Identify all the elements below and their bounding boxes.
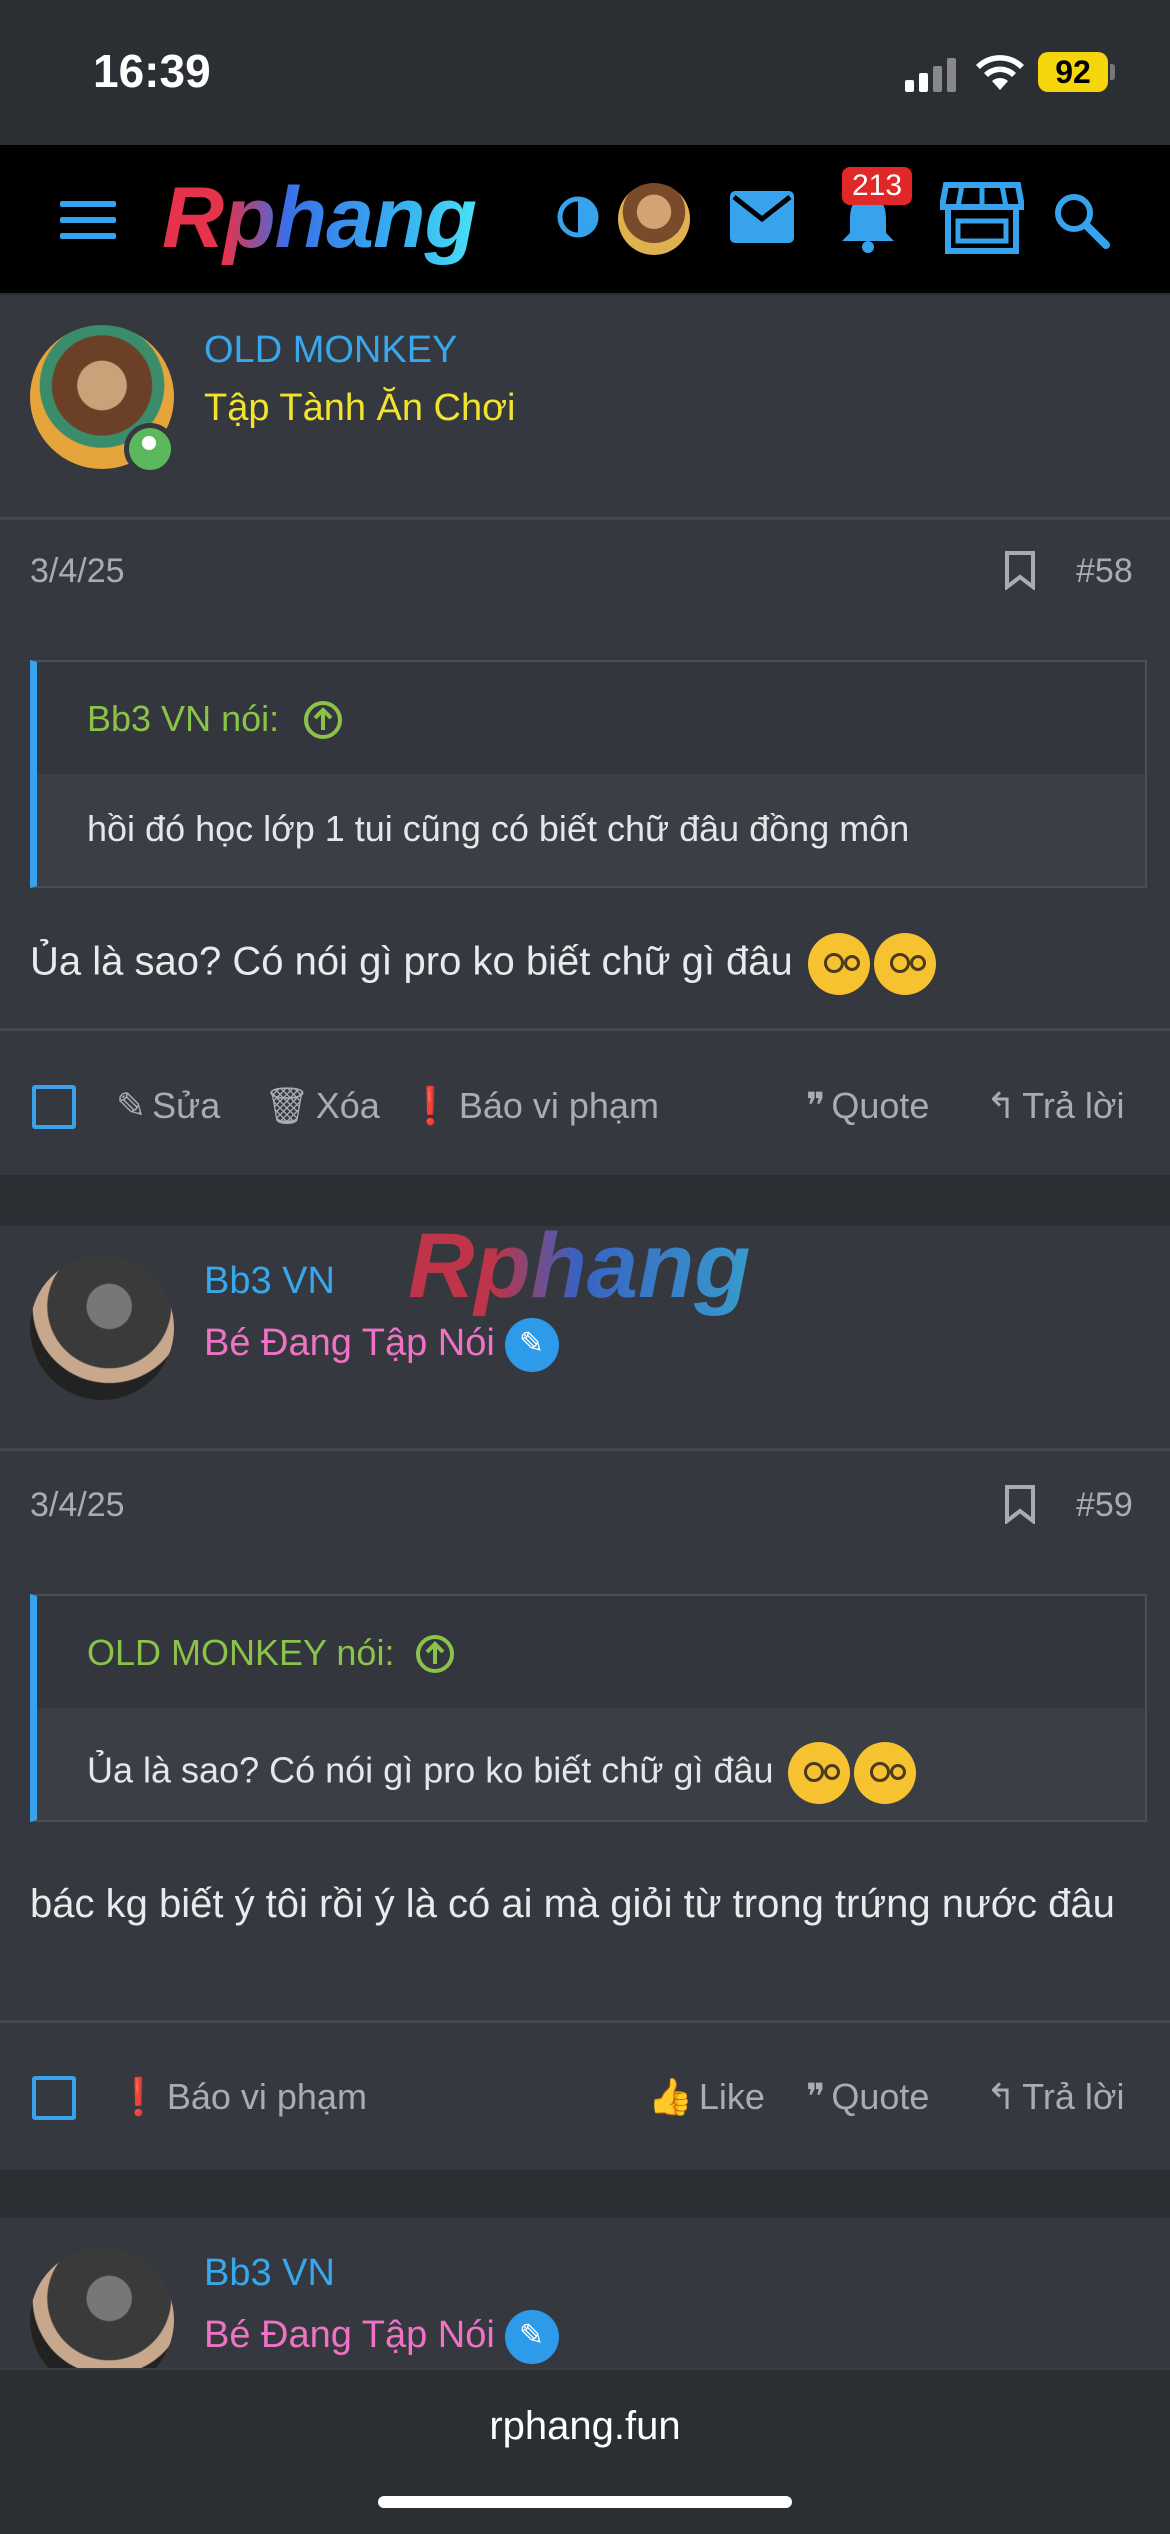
watermark-logo: Rphang [408,1215,751,1317]
reply-icon: ↰ [986,1085,1017,1126]
post-message: bác kg biết ý tôi rồi ý là có ai mà giỏi… [30,1882,1115,1926]
quote-text: Ủa là sao? Có nói gì pro ko biết chữ gì … [87,1742,916,1804]
verified-badge-icon [504,2310,559,2364]
like-button[interactable]: 👍 Like [648,2076,765,2118]
address-bar-url[interactable]: rphang.fun [0,2404,1170,2449]
post: Bb3 VN Bé Đang Tập Nói 3/4/25 #59 OLD MO… [0,1226,1170,2170]
select-checkbox[interactable] [32,2076,76,2120]
wifi-icon [976,55,1024,90]
post-actions: ✎ Sửa 🗑 Xóa ❗ Báo vi phạm ❞ Quote ↰ Trả lời [0,1055,1170,1155]
site-logo[interactable]: Rphang [162,169,477,268]
quote-text: hồi đó học lớp 1 tui cũng có biết chữ đâ… [87,808,910,849]
post: OLD MONKEY Tập Tành Ăn Chơi 3/4/25 #58 B… [0,295,1170,1175]
account-avatar[interactable] [618,183,690,255]
quote-author[interactable]: Bb3 VN nói: [87,698,279,740]
post-user-info: OLD MONKEY Tập Tành Ăn Chơi [0,295,1170,520]
quote-icon: ❞ [806,1085,826,1126]
pencil-icon: ✎ [116,1085,147,1126]
bookmark-icon[interactable] [1004,550,1036,590]
post-date[interactable]: 3/4/25 [30,552,125,591]
monocle-emoji-icon [853,1742,916,1804]
message-text: Ủa là sao? Có nói gì pro ko biết chữ gì … [30,939,793,984]
quote-body: hồi đó học lớp 1 tui cũng có biết chữ đâ… [37,774,1145,886]
monocle-emoji-icon [807,933,870,995]
quote-button[interactable]: ❞ Quote [806,2076,929,2118]
status-time: 16:39 [93,45,211,97]
post-date[interactable]: 3/4/25 [30,1486,125,1525]
quote-header[interactable]: OLD MONKEY nói: [37,1596,1145,1708]
arrow-up-circle-icon[interactable] [415,1634,455,1674]
select-checkbox[interactable] [32,1085,76,1129]
username[interactable]: OLD MONKEY [204,329,457,372]
post-number[interactable]: #58 [1076,552,1133,591]
post: Bb3 VN Bé Đang Tập Nói [0,2218,1170,2368]
mail-icon[interactable] [730,191,794,243]
quote-header[interactable]: Bb3 VN nói: [37,662,1145,774]
post-meta: 3/4/25 #59 [0,1466,1170,1546]
post-meta: 3/4/25 #58 [0,532,1170,612]
username[interactable]: Bb3 VN [204,2252,335,2295]
site-header: Rphang 213 [0,145,1170,293]
user-title: Bé Đang Tập Nói [204,2310,559,2364]
verified-badge-icon [504,1318,559,1372]
thumbs-up-icon: 👍 [648,2076,693,2117]
search-icon[interactable] [1052,191,1110,249]
notification-badge: 213 [842,167,913,205]
battery-indicator: 92 [1038,52,1108,92]
divider [0,1028,1170,1031]
theme-toggle-icon[interactable] [556,195,600,239]
user-title: Bé Đang Tập Nói [204,1318,559,1372]
alert-icon: ❗ [116,2076,161,2117]
reply-button[interactable]: ↰ Trả lời [986,2076,1124,2118]
user-title: Tập Tành Ăn Chơi [204,387,516,429]
menu-icon[interactable] [60,201,116,249]
post-actions: ❗ Báo vi phạm 👍 Like ❞ Quote ↰ Trả lời [0,2046,1170,2146]
browser-bottom-bar: rphang.fun [0,2368,1170,2534]
delete-button[interactable]: 🗑 Xóa [264,1085,380,1127]
post-message: Ủa là sao? Có nói gì pro ko biết chữ gì … [30,933,1140,995]
quote-block: Bb3 VN nói: hồi đó học lớp 1 tui cũng có… [30,660,1147,888]
username[interactable]: Bb3 VN [204,1260,335,1303]
quote-button[interactable]: ❞ Quote [806,1085,929,1127]
user-avatar[interactable] [30,1256,174,1400]
battery-tip [1110,64,1115,80]
user-avatar[interactable] [30,2248,174,2368]
quote-block: OLD MONKEY nói: Ủa là sao? Có nói gì pro… [30,1594,1147,1822]
report-button[interactable]: ❗ Báo vi phạm [116,2076,367,2118]
alert-icon: ❗ [408,1085,453,1126]
bookmark-icon[interactable] [1004,1484,1036,1524]
quote-author[interactable]: OLD MONKEY nói: [87,1632,394,1674]
edit-button[interactable]: ✎ Sửa [116,1085,220,1127]
post-number[interactable]: #59 [1076,1486,1133,1525]
divider [0,2020,1170,2023]
status-bar: 16:39 92 [0,0,1170,145]
reply-button[interactable]: ↰ Trả lời [986,1085,1124,1127]
home-indicator[interactable] [378,2496,792,2508]
store-icon[interactable] [940,181,1024,255]
trash-icon: 🗑 [264,1085,310,1126]
online-status-icon [124,423,176,475]
report-button[interactable]: ❗ Báo vi phạm [408,1085,659,1127]
arrow-up-circle-icon[interactable] [303,700,343,740]
quote-body: Ủa là sao? Có nói gì pro ko biết chữ gì … [37,1708,1145,1820]
monocle-emoji-icon [873,933,936,995]
quote-icon: ❞ [806,2076,826,2117]
monocle-emoji-icon [787,1742,850,1804]
reply-icon: ↰ [986,2076,1017,2117]
cellular-signal-icon [905,58,956,92]
